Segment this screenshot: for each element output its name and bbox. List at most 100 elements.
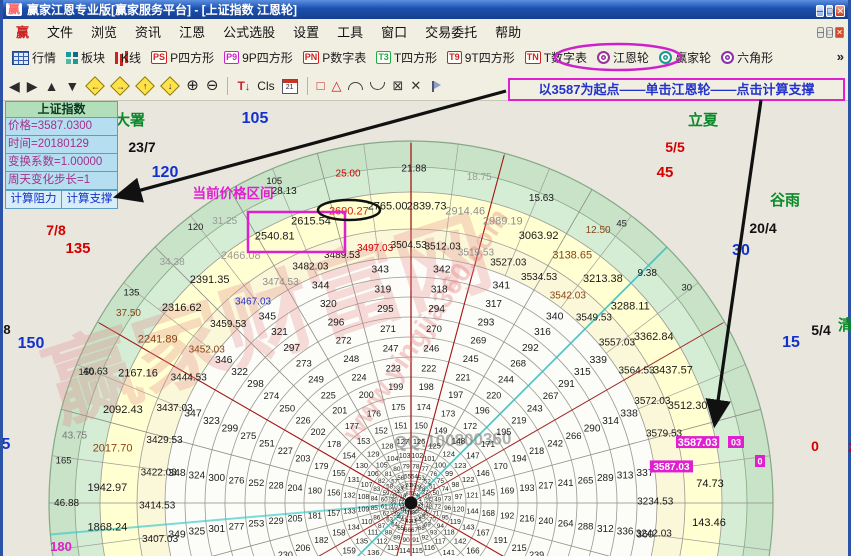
svg-text:293: 293 (478, 317, 495, 328)
mdi-minimize-button[interactable]: ─ (817, 27, 825, 38)
svg-text:125: 125 (428, 441, 441, 450)
calendar-button[interactable]: 21 (282, 79, 298, 94)
svg-text:203: 203 (295, 453, 310, 463)
menu-item-交易委托[interactable]: 交易委托 (416, 19, 486, 44)
panel-rows: 价格=3587.0300时间=20180129变换系数=1.00000周天变化步… (5, 118, 118, 190)
step-down-button[interactable]: ↓ (160, 76, 180, 96)
svg-text:270: 270 (426, 324, 442, 335)
toolbar-button-六角形[interactable]: 六角形 (716, 49, 778, 66)
nav-down-button[interactable]: ▼ (65, 79, 79, 93)
maximize-button[interactable]: □ (826, 5, 833, 17)
svg-text:1868.24: 1868.24 (88, 522, 128, 534)
svg-text:224: 224 (351, 373, 366, 383)
svg-text:220: 220 (486, 390, 501, 400)
menu-item-窗口[interactable]: 窗口 (372, 19, 416, 44)
toolbar-button-9T四方形[interactable]: T99T四方形 (442, 49, 520, 66)
toolbar-button-赢家轮[interactable]: 赢家轮 (654, 49, 716, 66)
svg-text:2017.70: 2017.70 (93, 443, 133, 455)
svg-text:143: 143 (462, 522, 475, 531)
nav-right-button[interactable]: ▶ (27, 79, 38, 93)
arc-flip-tool-button[interactable] (370, 82, 385, 90)
calc-support-button[interactable]: 计算支撑 (62, 190, 118, 209)
step-up-button[interactable]: ↑ (135, 76, 155, 96)
svg-text:147: 147 (466, 451, 480, 460)
menu-item-工具[interactable]: 工具 (328, 19, 372, 44)
svg-text:3542.03: 3542.03 (550, 290, 587, 301)
toolbar-button-9P四方形[interactable]: P99P四方形 (219, 49, 298, 66)
svg-text:321: 321 (271, 327, 288, 338)
node-tool-button[interactable]: ✕ (410, 79, 421, 93)
menu-item-江恩[interactable]: 江恩 (170, 19, 214, 44)
svg-text:230: 230 (278, 550, 293, 556)
title-bar: 赢 赢家江恩专业版[赢家服务平台] - [上证指数 江恩轮] ─□✕ (3, 0, 848, 19)
nav-up-button[interactable]: ▲ (45, 79, 59, 93)
window-title: 赢家江恩专业版[赢家服务平台] - [上证指数 江恩轮] (27, 1, 814, 18)
nav-left-button[interactable]: ◀ (9, 79, 20, 93)
arc-tool-button[interactable] (348, 82, 363, 90)
zoom-out-button[interactable]: ⊖ (206, 79, 219, 93)
toolbar-button-P数字表[interactable]: PNP数字表 (298, 49, 372, 66)
menu-item-资讯[interactable]: 资讯 (126, 19, 170, 44)
toolbar-button-江恩轮[interactable]: 江恩轮 (592, 49, 654, 66)
mdi-restore-button[interactable]: □ (826, 27, 833, 38)
annotation-box[interactable]: 以3587为起点——单击江恩轮——点击计算支撑 (508, 78, 845, 101)
toolbar-button-板块[interactable]: 板块 (61, 49, 110, 66)
svg-text:150: 150 (18, 335, 45, 352)
zoom-in-button[interactable]: ⊕ (186, 79, 199, 93)
toolbar-overflow-chevron[interactable]: » (837, 49, 844, 64)
menu-item-浏览[interactable]: 浏览 (82, 19, 126, 44)
mdi-close-button[interactable]: ✕ (835, 27, 844, 38)
rect-tool-button[interactable]: □ (317, 79, 325, 93)
svg-text:96: 96 (444, 505, 452, 512)
svg-text:277: 277 (229, 521, 245, 532)
svg-text:336: 336 (617, 527, 634, 538)
svg-text:250: 250 (279, 403, 295, 414)
menu-item-文件[interactable]: 文件 (38, 19, 82, 44)
svg-text:3519.53: 3519.53 (458, 247, 495, 258)
toolbar-button-T四方形[interactable]: T3T四方形 (371, 49, 442, 66)
svg-text:193: 193 (519, 483, 534, 493)
svg-text:317: 317 (485, 299, 502, 310)
svg-text:121: 121 (466, 491, 479, 500)
step-right-button[interactable]: → (110, 76, 130, 96)
svg-text:295: 295 (377, 304, 394, 315)
calc-resistance-button[interactable]: 计算阻力 (5, 190, 62, 209)
step-left-button[interactable]: ← (85, 76, 105, 96)
svg-text:149: 149 (434, 427, 448, 436)
svg-text:146: 146 (476, 469, 490, 478)
toolbar-button-K线[interactable]: K线 (110, 49, 146, 66)
menu-item-设置[interactable]: 设置 (284, 19, 328, 44)
sector-blocks-icon (66, 52, 71, 57)
svg-text:80: 80 (393, 466, 401, 473)
menu-item-公式选股[interactable]: 公式选股 (214, 19, 284, 44)
box-x-tool-button[interactable]: ⊠ (392, 79, 403, 93)
menu-item-帮助[interactable]: 帮助 (486, 19, 530, 44)
svg-text:196: 196 (475, 405, 490, 415)
svg-text:2839.73: 2839.73 (407, 200, 447, 212)
toolbar-button-行情[interactable]: 行情 (7, 49, 61, 66)
toolbar-label: 行情 (32, 49, 56, 66)
svg-text:45: 45 (657, 164, 674, 181)
time-down-button[interactable]: T↓ (237, 77, 250, 95)
cls-button[interactable]: Cls (257, 79, 274, 93)
P9-icon: P9 (224, 51, 239, 64)
svg-text:249: 249 (308, 375, 324, 386)
svg-text:24: 24 (418, 502, 424, 508)
svg-text:126: 126 (413, 437, 426, 446)
minimize-button[interactable]: ─ (816, 5, 824, 17)
svg-text:316: 316 (534, 327, 551, 338)
toolbar-button-T数字表[interactable]: TNT数字表 (520, 49, 592, 66)
svg-text:120: 120 (152, 164, 179, 181)
triangle-tool-button[interactable]: △ (331, 79, 341, 93)
close-button[interactable]: ✕ (835, 5, 845, 17)
svg-text:3407.03: 3407.03 (142, 534, 179, 545)
svg-text:151: 151 (394, 421, 408, 430)
toolbar-button-P四方形[interactable]: PSP四方形 (146, 49, 219, 66)
svg-text:3512.03: 3512.03 (424, 241, 461, 252)
svg-text:3534.53: 3534.53 (521, 272, 558, 283)
svg-text:340: 340 (546, 310, 564, 322)
svg-text:立夏: 立夏 (688, 111, 719, 129)
svg-text:15.63: 15.63 (529, 193, 554, 204)
flag-tool-button[interactable] (432, 81, 434, 92)
svg-text:1942.97: 1942.97 (88, 482, 128, 494)
